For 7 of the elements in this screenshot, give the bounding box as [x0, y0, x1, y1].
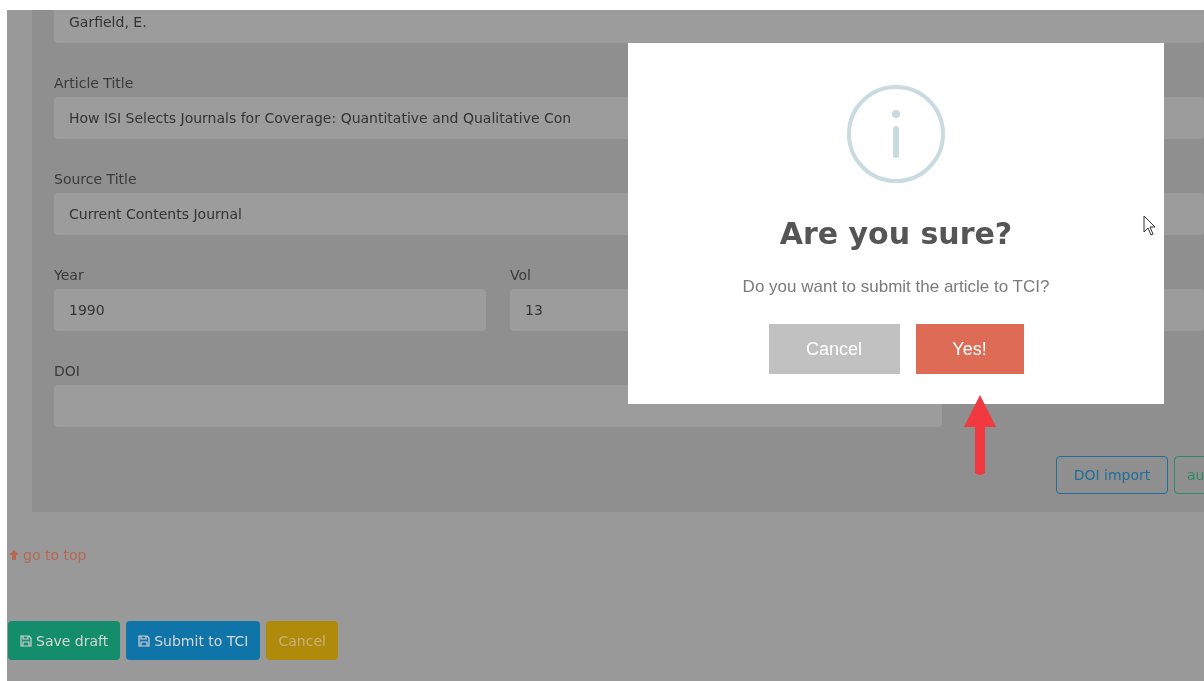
dialog-title: Are you sure?: [779, 216, 1013, 252]
field-label: Article Title: [54, 74, 135, 93]
field-label: Year: [54, 266, 85, 285]
field-label: DOI: [54, 362, 81, 381]
field-label: Source Title: [54, 170, 138, 189]
dialog-message: Do you want to submit the article to TCI?: [742, 277, 1050, 297]
field-label: Vol: [510, 266, 532, 285]
